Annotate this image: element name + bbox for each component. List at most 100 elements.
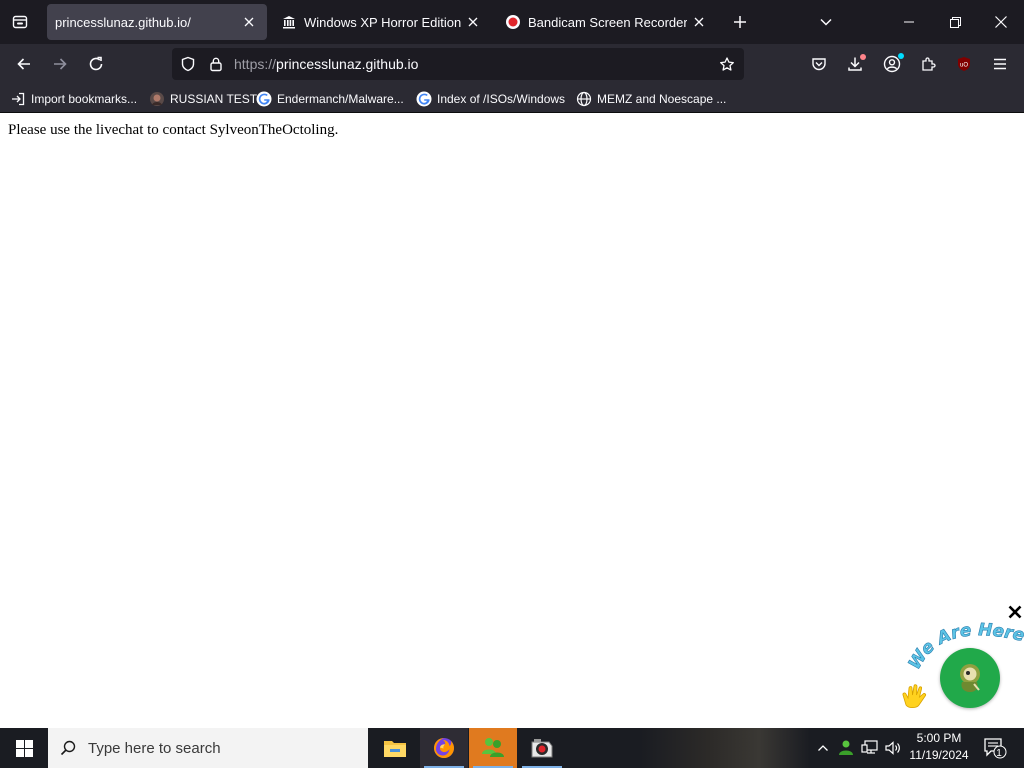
download-attention-dot-icon (860, 54, 866, 60)
globe-icon (576, 91, 592, 107)
tab-princesslunaz[interactable]: princesslunaz.github.io/ (47, 4, 267, 40)
arrow-right-icon (54, 58, 67, 70)
bookmark-russian-test[interactable]: RUSSIAN TEST (149, 89, 257, 109)
forward-button[interactable] (44, 48, 76, 80)
svg-text:uO: uO (960, 63, 968, 69)
reload-button[interactable] (80, 48, 112, 80)
tab-title: Bandicam Screen Recorder Dow (528, 14, 687, 30)
bookmark-star-icon[interactable] (719, 56, 735, 72)
plus-icon (734, 16, 746, 28)
taskbar-file-explorer[interactable] (371, 728, 419, 768)
firefox-view-button[interactable] (0, 2, 40, 42)
import-icon (10, 91, 26, 107)
hamburger-menu-icon (994, 58, 1006, 70)
bookmark-label: MEMZ and Noescape ... (597, 92, 727, 106)
tab-title: Windows XP Horror Edition (De (304, 14, 461, 30)
page-content: Please use the livechat to contact Sylve… (0, 113, 1024, 728)
url-scheme: https:// (234, 56, 277, 72)
minimize-button[interactable] (886, 0, 932, 44)
network-icon (861, 740, 878, 754)
clock-date: 11/19/2024 (909, 748, 969, 762)
taskbar-clock[interactable]: 5:00 PM 11/19/2024 (902, 730, 976, 766)
action-center-button[interactable]: 1 (980, 728, 1010, 768)
search-icon (48, 728, 88, 768)
tab-title: princesslunaz.github.io/ (55, 14, 191, 30)
restore-icon (949, 16, 961, 28)
notification-count-badge: 1 (996, 748, 1002, 759)
messenger-icon (482, 738, 504, 757)
tracking-protection-shield-icon[interactable] (180, 56, 196, 72)
ublock-origin-button[interactable]: uO (948, 48, 980, 80)
taskbar-search-box[interactable]: Type here to search (48, 728, 368, 768)
clock-time: 5:00 PM (916, 731, 962, 745)
google-icon (256, 91, 272, 107)
bookmark-memz-noescape[interactable]: MEMZ and Noescape ... (576, 89, 726, 109)
arrow-left-icon (17, 58, 30, 70)
lock-icon[interactable] (208, 56, 224, 72)
url-text[interactable]: https://princesslunaz.github.io (234, 48, 418, 80)
chat-launcher-button[interactable] (940, 648, 1000, 708)
search-placeholder: Type here to search (88, 739, 221, 757)
tray-network[interactable] (859, 728, 881, 768)
octoling-avatar-icon (960, 664, 980, 692)
taskbar-messenger[interactable] (469, 728, 517, 768)
pocket-icon (812, 58, 826, 71)
bandicam-record-icon (505, 14, 521, 30)
downloads-button[interactable] (839, 48, 871, 80)
chevron-down-icon (820, 18, 832, 26)
contact-message: Please use the livechat to contact Sylve… (8, 122, 339, 138)
new-tab-button[interactable] (722, 4, 758, 40)
bookmark-import[interactable]: Import bookmarks... (10, 89, 137, 109)
bookmark-index-isos-windows[interactable]: Index of /ISOs/Windows (416, 89, 565, 109)
taskbar-wallpaper-peek (640, 728, 810, 768)
chevron-up-icon (818, 745, 828, 751)
speaker-icon (885, 741, 900, 755)
account-sync-dot-icon (898, 53, 904, 59)
firefox-icon (434, 738, 454, 758)
back-button[interactable] (8, 48, 40, 80)
livechat-widget[interactable]: We Are Here! (900, 613, 1024, 713)
ublock-origin-icon: uO (958, 57, 970, 71)
bookmark-label: Index of /ISOs/Windows (437, 92, 566, 106)
tab-close-icon[interactable] (465, 14, 481, 30)
tray-volume[interactable] (882, 728, 904, 768)
bookmarks-toolbar: Import bookmarks... RUSSIAN TEST Enderma… (0, 85, 1024, 113)
taskbar-firefox[interactable] (420, 728, 468, 768)
tray-messenger-status[interactable] (835, 728, 857, 768)
puzzle-piece-icon (922, 57, 936, 71)
url-bar[interactable]: https://princesslunaz.github.io (172, 48, 744, 80)
messenger-status-icon (839, 740, 853, 755)
restore-button[interactable] (932, 0, 978, 44)
tab-close-icon[interactable] (241, 14, 257, 30)
bookmark-label: Endermanch/Malware... (277, 92, 404, 106)
minimize-icon (904, 21, 914, 23)
start-button[interactable] (0, 728, 48, 768)
list-all-tabs-button[interactable] (808, 4, 844, 40)
firefox-view-icon (12, 15, 28, 29)
tab-close-icon[interactable] (691, 14, 707, 30)
tab-windows-xp-horror[interactable]: Windows XP Horror Edition (De (273, 4, 491, 40)
close-window-button[interactable] (978, 0, 1024, 44)
bookmark-label: Import bookmarks... (31, 92, 138, 106)
show-hidden-icons-button[interactable] (812, 728, 834, 768)
bookmark-endermanch-malware[interactable]: Endermanch/Malware... (256, 89, 404, 109)
pocket-button[interactable] (803, 48, 835, 80)
url-host: princesslunaz.github.io (276, 56, 419, 72)
archive-icon (281, 14, 297, 30)
tab-bandicam[interactable]: Bandicam Screen Recorder Dow (497, 4, 717, 40)
russian-test-icon (149, 91, 165, 107)
navigation-toolbar: https://princesslunaz.github.io uO (0, 44, 1024, 85)
extensions-button[interactable] (912, 48, 944, 80)
waving-hand-icon (902, 684, 927, 709)
file-explorer-icon (384, 741, 406, 757)
google-icon (416, 91, 432, 107)
close-icon (995, 16, 1007, 28)
windows-taskbar: Type here to search 5:00 PM 11/19/2024 1 (0, 728, 1024, 768)
account-button[interactable] (876, 48, 908, 80)
windows-logo-icon (15, 739, 33, 757)
application-menu-button[interactable] (984, 48, 1016, 80)
tab-strip: princesslunaz.github.io/ Windows XP Horr… (0, 0, 1024, 44)
bookmark-label: RUSSIAN TEST (170, 92, 258, 106)
reload-icon (89, 56, 103, 71)
taskbar-bandicam[interactable] (518, 728, 566, 768)
